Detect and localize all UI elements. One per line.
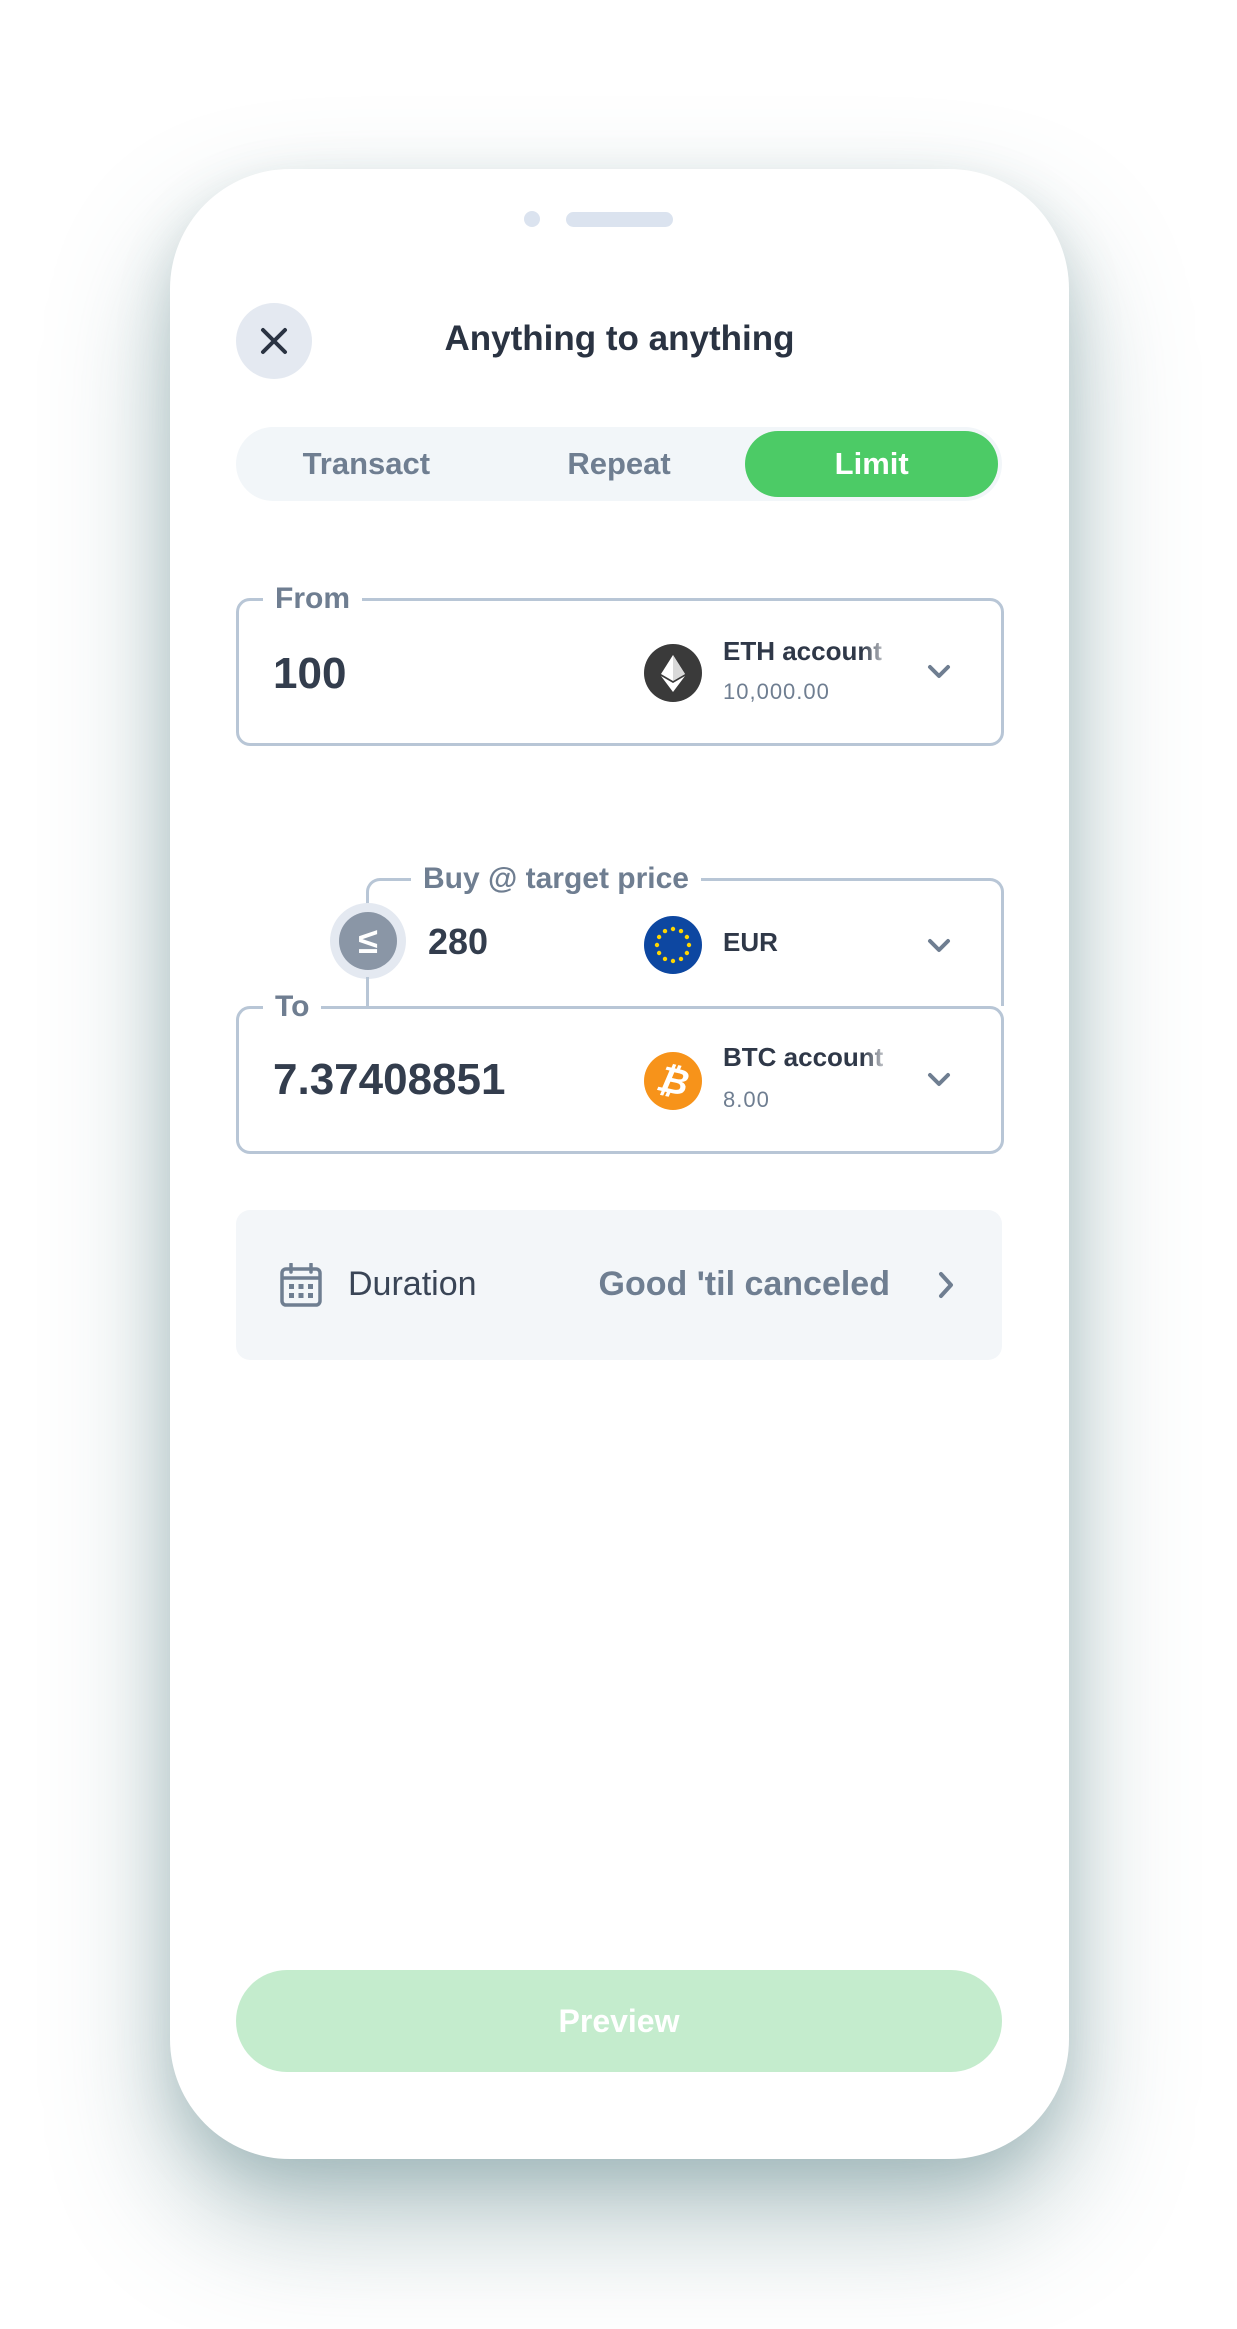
from-field[interactable]: From 100 ETH account 10,000.00 (236, 579, 1004, 746)
chevron-down-icon (928, 1073, 950, 1086)
target-price-label: Buy @ target price (411, 859, 701, 899)
operator-symbol: ≤ (358, 920, 378, 961)
operator-badge[interactable]: ≤ (330, 903, 406, 979)
to-label: To (263, 987, 322, 1027)
from-label: From (263, 579, 362, 619)
chevron-right-icon (936, 1270, 956, 1305)
target-price-input[interactable]: 280 (428, 921, 488, 963)
chevron-down-icon (928, 665, 950, 678)
connector-line (366, 977, 369, 1009)
target-currency-dropdown[interactable] (924, 931, 954, 961)
from-account-balance: 10,000.00 (723, 679, 830, 704)
page-title: Anything to anything (444, 319, 795, 358)
duration-label: Duration (348, 1265, 477, 1303)
mode-tabs: Transact Repeat Limit (236, 427, 1002, 501)
tab-transact[interactable]: Transact (240, 431, 493, 497)
from-amount-input[interactable]: 100 (273, 649, 346, 699)
close-icon (261, 328, 287, 354)
chevron-down-icon (928, 939, 950, 952)
duration-value: Good 'til canceled (598, 1265, 890, 1303)
to-account-name: BTC account (723, 1042, 884, 1072)
eu-flag-icon (644, 916, 702, 974)
less-than-or-equal-icon: ≤ (339, 912, 397, 970)
speaker-bar (566, 212, 673, 227)
close-button[interactable] (236, 303, 312, 379)
camera-dot (524, 211, 540, 227)
to-account-balance: 8.00 (723, 1087, 770, 1112)
from-account-dropdown[interactable] (924, 657, 954, 687)
duration-row[interactable]: Duration Good 'til canceled (236, 1210, 1002, 1360)
to-amount-input[interactable]: 7.37408851 (273, 1055, 505, 1105)
calendar-icon (280, 1262, 322, 1312)
phone-frame: Anything to anything Transact Repeat Lim… (170, 169, 1069, 2159)
target-currency: EUR (723, 927, 778, 957)
ethereum-icon (644, 644, 702, 702)
preview-button[interactable]: Preview (236, 1970, 1002, 2072)
bitcoin-icon: ₿ (644, 1052, 702, 1110)
tab-repeat[interactable]: Repeat (493, 431, 746, 497)
from-account-name: ETH account (723, 636, 882, 666)
target-price-field[interactable]: Buy @ target price 280 EUR (366, 859, 1004, 1006)
to-account-dropdown[interactable] (924, 1065, 954, 1095)
to-field[interactable]: To 7.37408851 ₿ BTC account 8.00 (236, 987, 1004, 1154)
tab-limit[interactable]: Limit (745, 431, 999, 497)
